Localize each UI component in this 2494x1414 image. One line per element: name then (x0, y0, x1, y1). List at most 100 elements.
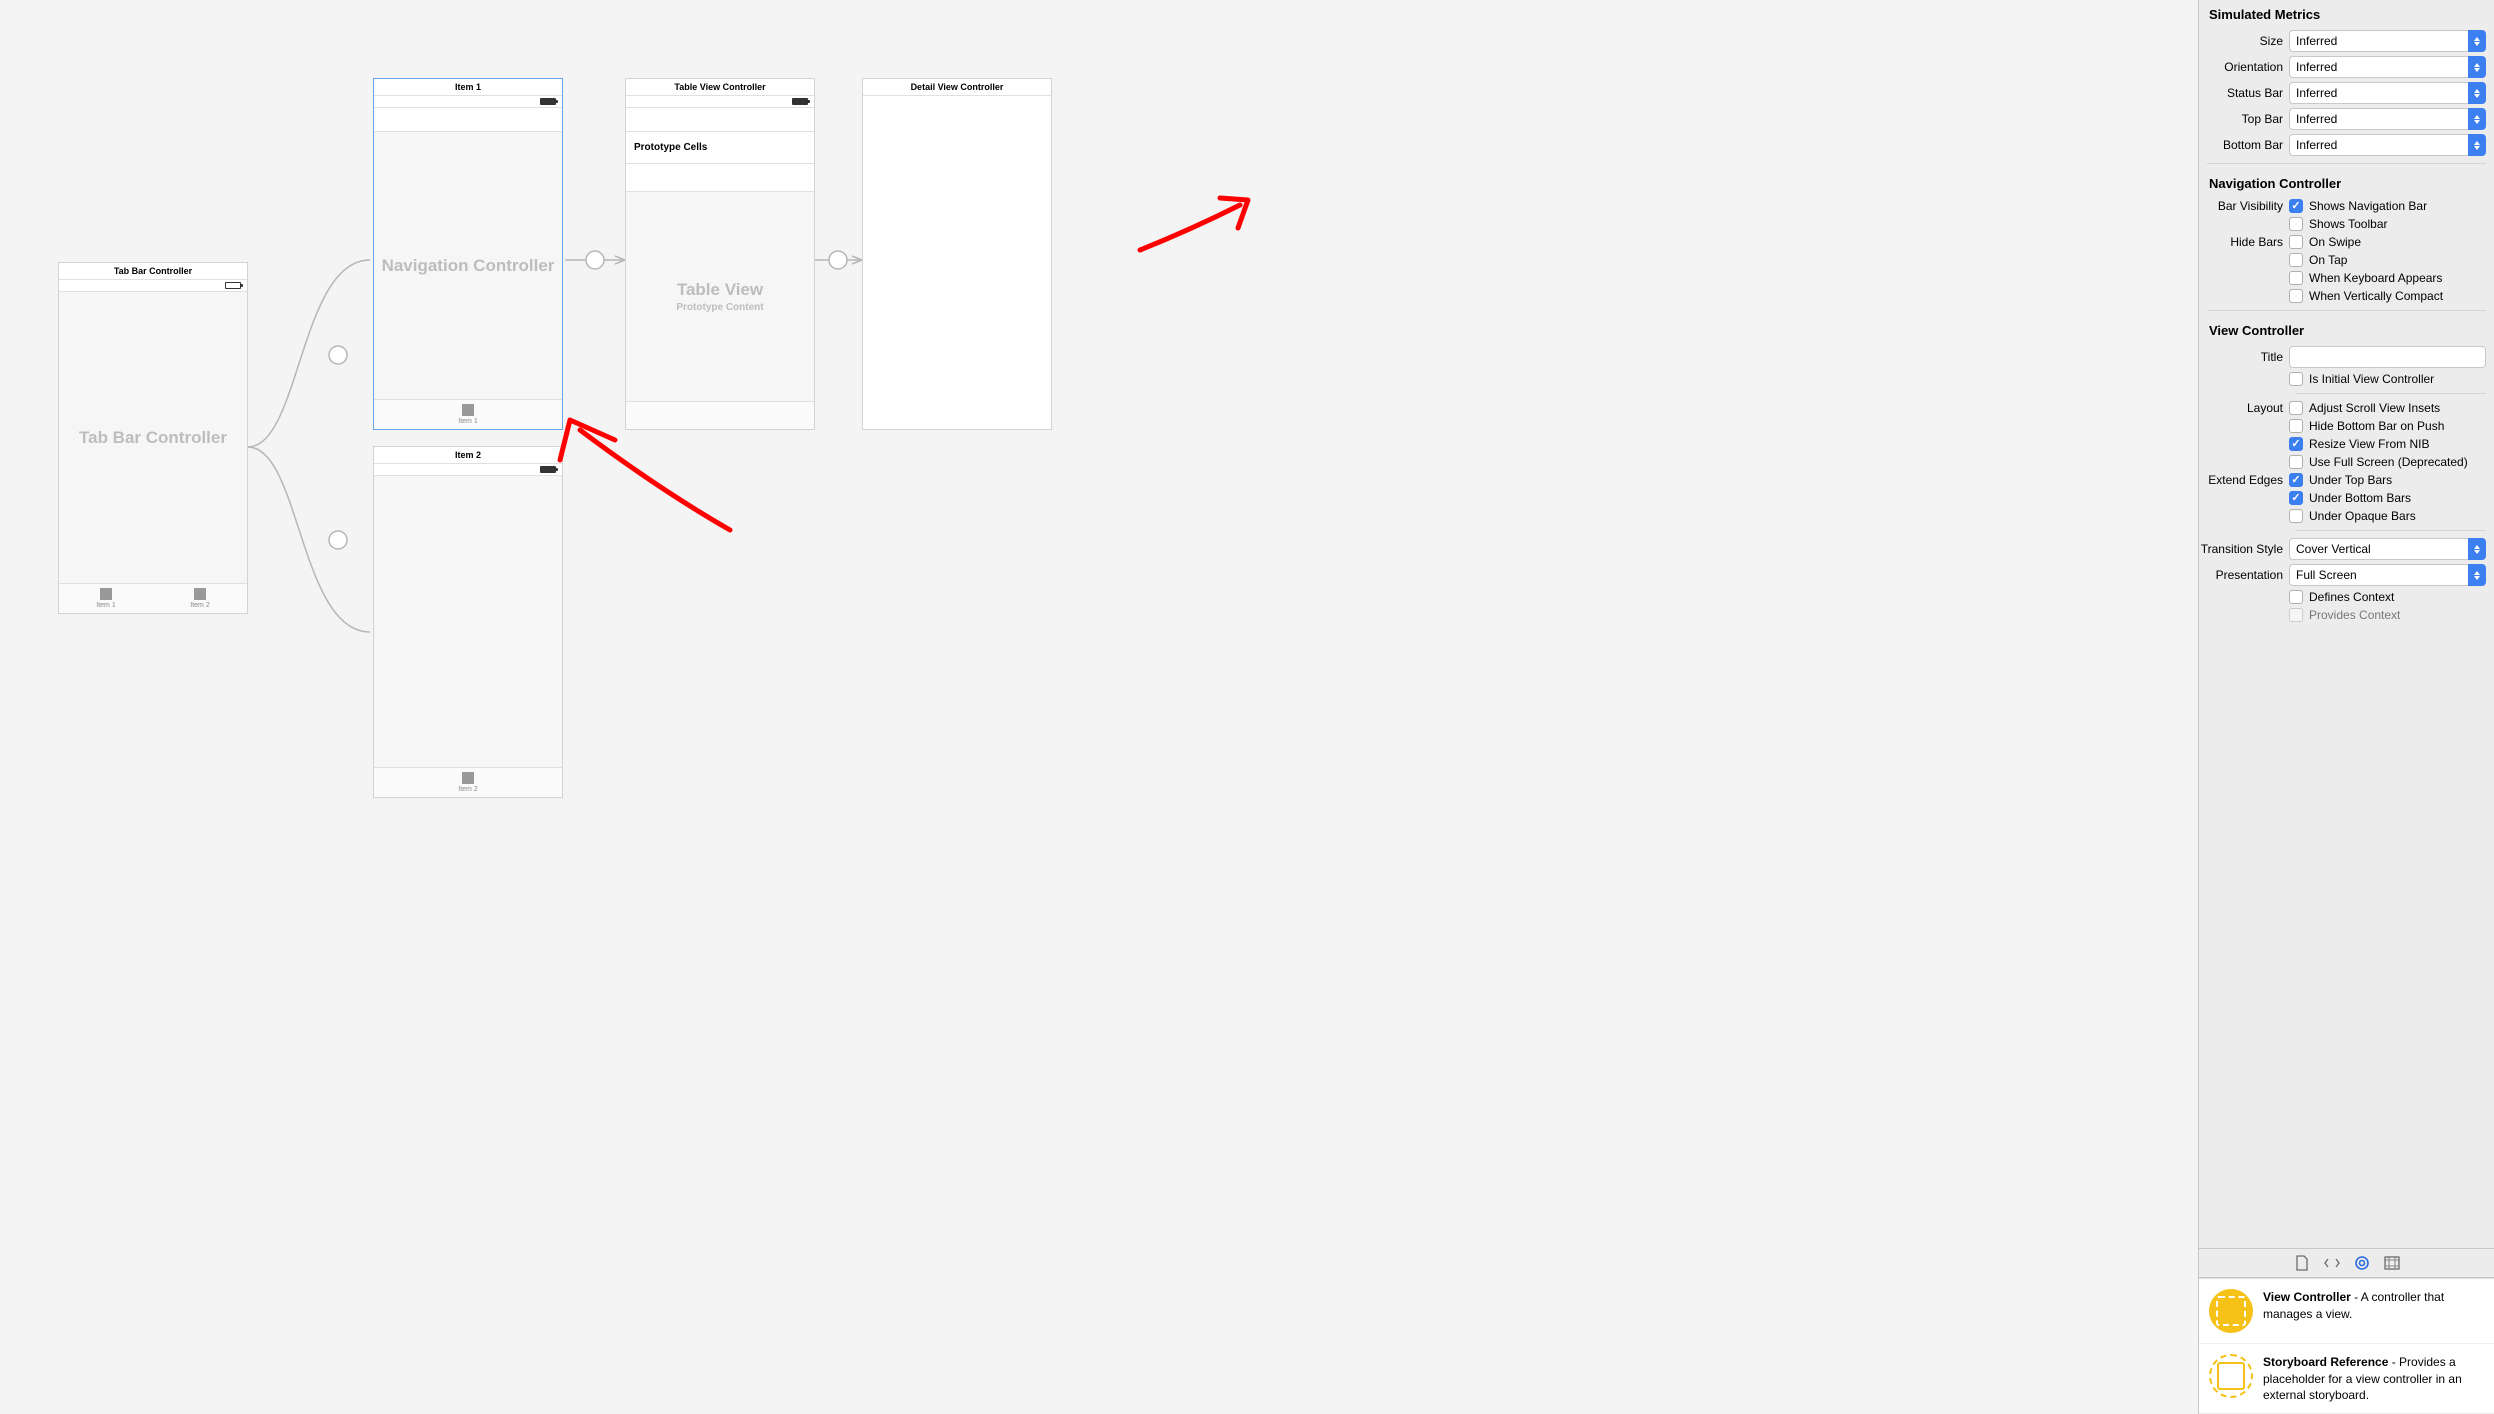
scene-detail-view-controller[interactable]: Detail View Controller (862, 78, 1052, 430)
library-item-text: View Controller - A controller that mana… (2263, 1289, 2484, 1333)
checkbox-hide-bottom[interactable] (2289, 419, 2303, 433)
battery-icon (540, 466, 556, 473)
select-value: Inferred (2289, 82, 2468, 104)
select-top-bar[interactable]: Inferred (2289, 108, 2486, 130)
check-label: Under Top Bars (2309, 473, 2392, 487)
square-icon (194, 588, 206, 600)
tab-bar: Item 1 Item 2 (59, 583, 247, 613)
select-transition[interactable]: Cover Vertical (2289, 538, 2486, 560)
status-bar (374, 464, 562, 476)
checkbox-resize-nib[interactable] (2289, 437, 2303, 451)
select-value: Inferred (2289, 56, 2468, 78)
label-layout: Layout (2199, 401, 2289, 415)
checkbox-on-tap[interactable] (2289, 253, 2303, 267)
object-library-list[interactable]: View Controller - A controller that mana… (2199, 1278, 2494, 1414)
storyboard-canvas[interactable]: Tab Bar Controller Tab Bar Controller It… (0, 0, 2198, 1414)
select-presentation[interactable]: Full Screen (2289, 564, 2486, 586)
scene-navigation-controller-2[interactable]: Item 2 Item 2 (373, 446, 563, 798)
status-bar (59, 280, 247, 292)
section-simulated-metrics: Simulated Metrics (2199, 0, 2494, 28)
label-presentation: Presentation (2199, 568, 2289, 582)
tab-bar: Item 1 (374, 399, 562, 429)
battery-icon (792, 98, 808, 105)
checkbox-shows-toolbar[interactable] (2289, 217, 2303, 231)
scene-body (374, 476, 562, 767)
prototype-cell[interactable] (626, 164, 814, 192)
select-size[interactable]: Inferred (2289, 30, 2486, 52)
tab-label: Item 1 (374, 418, 562, 425)
chevron-updown-icon (2468, 564, 2486, 586)
check-label: When Keyboard Appears (2309, 271, 2442, 285)
body-sub: Prototype Content (676, 302, 763, 313)
select-orientation[interactable]: Inferred (2289, 56, 2486, 78)
checkbox-under-top[interactable] (2289, 473, 2303, 487)
scene-title: Item 1 (374, 79, 562, 96)
scene-title: Item 2 (374, 447, 562, 464)
scene-navigation-controller-1[interactable]: Item 1 Navigation Controller Item 1 (373, 78, 563, 430)
label-transition: Transition Style (2199, 542, 2289, 556)
checkbox-on-swipe[interactable] (2289, 235, 2303, 249)
check-label: Adjust Scroll View Insets (2309, 401, 2440, 415)
scene-title: Tab Bar Controller (59, 263, 247, 280)
checkbox-initial-vc[interactable] (2289, 372, 2303, 386)
label-hide-bars: Hide Bars (2199, 235, 2289, 249)
inspector-scroll[interactable]: Simulated Metrics Size Inferred Orientat… (2199, 0, 2494, 1248)
tab-label: Item 2 (153, 602, 247, 609)
select-value: Cover Vertical (2289, 538, 2468, 560)
scene-body: Tab Bar Controller (59, 292, 247, 583)
object-library-icon[interactable] (2354, 1255, 2370, 1271)
body-label: Navigation Controller (382, 256, 555, 276)
chevron-updown-icon (2468, 30, 2486, 52)
select-status-bar[interactable]: Inferred (2289, 82, 2486, 104)
checkbox-provides-context[interactable] (2289, 608, 2303, 622)
inspector-panel: Simulated Metrics Size Inferred Orientat… (2198, 0, 2494, 1414)
checkbox-when-keyboard[interactable] (2289, 271, 2303, 285)
checkbox-adjust-scroll[interactable] (2289, 401, 2303, 415)
label-orientation: Orientation (2199, 60, 2289, 74)
check-label: On Tap (2309, 253, 2347, 267)
battery-icon (225, 282, 241, 289)
chevron-updown-icon (2468, 538, 2486, 560)
select-bottom-bar[interactable]: Inferred (2289, 134, 2486, 156)
checkbox-when-compact[interactable] (2289, 289, 2303, 303)
checkbox-under-bottom[interactable] (2289, 491, 2303, 505)
annotation-arrow-2 (1130, 190, 1280, 270)
media-library-icon[interactable] (2384, 1255, 2400, 1271)
tab-bar-item-1[interactable]: Item 1 (59, 584, 153, 613)
section-navigation-controller: Navigation Controller (2199, 169, 2494, 197)
check-label: Defines Context (2309, 590, 2394, 604)
select-value: Inferred (2289, 108, 2468, 130)
library-item-view-controller[interactable]: View Controller - A controller that mana… (2199, 1279, 2494, 1344)
checkbox-full-screen-dep[interactable] (2289, 455, 2303, 469)
library-item-text: Storyboard Reference - Provides a placeh… (2263, 1354, 2484, 1403)
check-label: Provides Context (2309, 608, 2400, 622)
file-template-icon[interactable] (2294, 1255, 2310, 1271)
scene-tab-bar-controller[interactable]: Tab Bar Controller Tab Bar Controller It… (58, 262, 248, 614)
select-value: Inferred (2289, 134, 2468, 156)
navigation-bar (374, 108, 562, 132)
tab-label: Item 2 (374, 786, 562, 793)
battery-icon (540, 98, 556, 105)
input-title[interactable] (2289, 346, 2486, 368)
library-item-storyboard-reference[interactable]: Storyboard Reference - Provides a placeh… (2199, 1344, 2494, 1414)
tab-bar-item[interactable]: Item 1 (374, 400, 562, 429)
check-label: On Swipe (2309, 235, 2361, 249)
status-bar (626, 96, 814, 108)
checkbox-shows-navigation-bar[interactable] (2289, 199, 2303, 213)
check-label: When Vertically Compact (2309, 289, 2443, 303)
prototype-cells-header: Prototype Cells (626, 132, 814, 164)
check-label: Shows Toolbar (2309, 217, 2388, 231)
checkbox-defines-context[interactable] (2289, 590, 2303, 604)
code-snippet-icon[interactable] (2324, 1255, 2340, 1271)
check-label: Under Bottom Bars (2309, 491, 2411, 505)
square-icon (462, 404, 474, 416)
scene-table-view-controller[interactable]: Table View Controller Prototype Cells Ta… (625, 78, 815, 430)
label-size: Size (2199, 34, 2289, 48)
label-bar-visibility: Bar Visibility (2199, 199, 2289, 213)
tab-bar-item[interactable]: Item 2 (374, 768, 562, 797)
chevron-updown-icon (2468, 82, 2486, 104)
checkbox-under-opaque[interactable] (2289, 509, 2303, 523)
tab-bar-item-2[interactable]: Item 2 (153, 584, 247, 613)
scene-body: Table View Prototype Content (626, 192, 814, 401)
section-view-controller: View Controller (2199, 316, 2494, 344)
